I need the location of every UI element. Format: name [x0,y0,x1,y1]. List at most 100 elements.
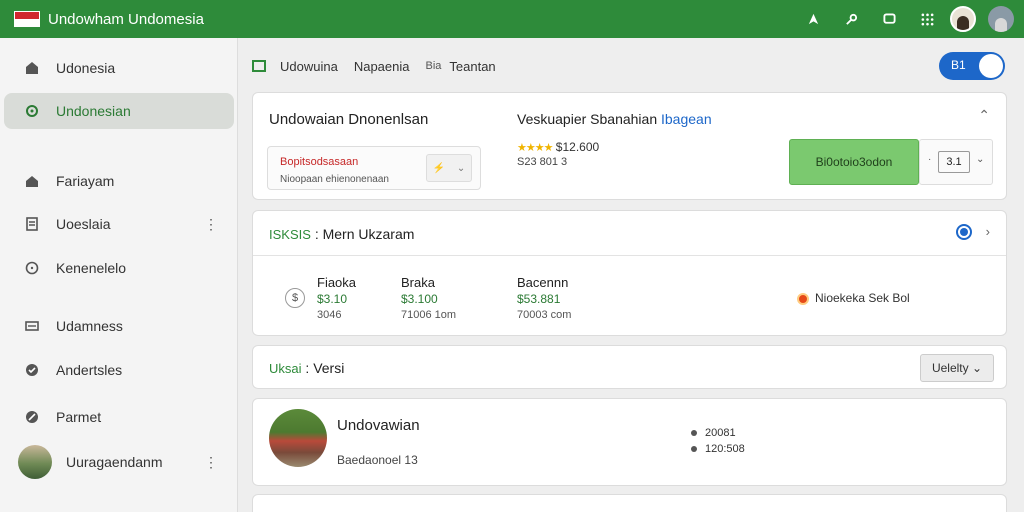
breadcrumb-item[interactable]: Bia [425,60,441,72]
card-title: Undowaian Dnonenlsan [269,111,429,128]
sidebar-item-label: Uoeslaia [56,216,111,232]
alert-text: Nioekeka Sek Bol [815,291,910,305]
sidebar-item-label: Udamness [56,318,123,334]
dropdown-label: Uelelty [931,361,969,375]
alert-icon [797,293,809,305]
separator: : [314,226,323,242]
sidebar-item-label: Fariayam [56,173,115,189]
card-link[interactable]: Ibagean [661,111,712,127]
home-icon [24,60,40,76]
house-icon [24,173,40,189]
card-subtitle: Baedaonoel 13 [337,453,418,467]
sidebar-item-fariayam[interactable]: Fariayam [4,163,234,199]
key-icon[interactable] [838,6,864,32]
rating: ★★★★ $12.600 [517,140,599,154]
card-icon [24,318,40,334]
sidebar-item-andertsles[interactable]: Andertsles [4,352,234,388]
card-subtitle: Veskuapier Sbanahian Ibagean [517,111,712,127]
price-column-label: Bacennn [517,275,569,290]
price-column-sub: 71006 1om [401,309,457,321]
primary-action-button[interactable]: Bi0otoio3odon [789,139,919,185]
toggle-knob [979,54,1003,78]
stat-item: 20081 [691,427,736,439]
divider [253,255,1006,256]
star-rating-icon: ★★★★ [517,142,553,154]
sidebar-item-label: Parmet [56,409,102,425]
select-sublabel: Nioopaan ehienonenaan [280,174,389,185]
select-dropdown-button[interactable]: ⚡ ⌄ [426,154,472,182]
card-tag: Uksai [269,361,302,376]
toggle-label: B1 [951,58,966,72]
price-column-sub: 3046 [317,309,342,321]
sidebar-item-kenenelelo[interactable]: Kenenelelo [4,250,234,286]
avatar [18,445,52,479]
sidebar-item-label: Uuragaendanm [66,454,163,470]
breadcrumb-item[interactable]: Teantan [449,59,495,74]
chevron-down-icon[interactable]: ⌄ [976,154,984,165]
bullet-icon [691,430,697,436]
card-header: ISKSIS : Mern Ukzaram [269,226,414,242]
flag-icon [14,11,40,27]
navigate-icon[interactable] [800,6,826,32]
more-options-icon[interactable]: ⋮ [204,454,218,471]
stat-value: 120:508 [705,443,745,455]
card-title: Versi [313,360,345,376]
quantity-stepper[interactable]: · 3.1 ⌄ [919,139,993,185]
folder-icon [252,60,266,72]
card-header: Uksai : Versi [269,360,344,376]
price-column-label: Braka [401,275,435,290]
sidebar-item-udamness[interactable]: Udamness [4,308,234,344]
settings-icon [24,103,40,119]
sidebar-item-label: Andertsles [56,362,123,378]
currency-icon: $ [285,288,305,308]
sidebar-item-udonesia[interactable]: Udonesia [4,50,234,86]
document-icon [24,216,40,232]
mode-toggle[interactable]: B1 [939,52,1005,80]
stat-item: 120:508 [691,443,745,455]
user-avatar[interactable] [950,6,976,32]
edit-icon [24,409,40,425]
shield-icon [24,362,40,378]
stat-value: 20081 [705,427,736,439]
sidebar-item-uuragaendanm[interactable]: Uuragaendanm ⋮ [4,444,234,480]
pricing-card: ISKSIS : Mern Ukzaram › $ Fiaoka $3.10 3… [252,210,1007,336]
card-title: Undovawian [337,417,420,434]
card-title: Mern Ukzaram [322,226,415,242]
sidebar-item-label: Udonesia [56,60,116,76]
price-column-sub: 70003 com [517,309,572,321]
breadcrumb-item[interactable]: Udowuina [280,59,338,74]
sidebar-item-uoeslaia[interactable]: Uoeslaia ⋮ [4,206,234,242]
card-tag: ISKSIS [269,227,311,242]
profile-card: Undovawian Baedaonoel 13 20081 120:508 [252,398,1007,486]
app-title: Undowham Undomesia [48,10,204,28]
minus-icon[interactable]: · [928,154,931,165]
apps-grid-icon[interactable] [914,6,940,32]
chat-icon[interactable] [876,6,902,32]
select-label: Bopitsodsasaan [280,156,359,168]
secondary-avatar[interactable] [988,6,1014,32]
chevron-up-icon[interactable]: ⌃ [978,107,990,124]
rating-subtext: S23 801 3 [517,156,568,168]
partial-card [252,494,1007,512]
product-card: Undowaian Dnonenlsan Veskuapier Sbanahia… [252,92,1007,200]
chevron-right-icon[interactable]: › [986,224,990,239]
sidebar: Udonesia Undonesian Fariayam Uoeslaia ⋮ … [0,38,238,512]
price-column-price: $3.100 [401,292,438,306]
sidebar-item-parmet[interactable]: Parmet [4,399,234,435]
radio-button[interactable] [956,224,972,240]
bullet-icon [691,446,697,452]
version-dropdown-button[interactable]: Uelelty ⌄ [920,354,994,382]
breadcrumb: Udowuina Napaenia Bia Teantan B1 [252,50,1007,82]
option-select[interactable]: Bopitsodsasaan Nioopaan ehienonenaan ⚡ ⌄ [267,146,481,190]
plug-icon: ⚡ [432,162,446,174]
top-bar: Undowham Undomesia [0,0,1024,38]
breadcrumb-item[interactable]: Napaenia [354,59,410,74]
stepper-value[interactable]: 3.1 [938,151,970,173]
chevron-down-icon: ⌄ [968,361,983,375]
sidebar-item-undonesian[interactable]: Undonesian [4,93,234,129]
more-options-icon[interactable]: ⋮ [204,216,218,233]
profile-photo [269,409,327,467]
price-column-price: $53.881 [517,292,561,306]
sidebar-item-label: Undonesian [56,103,131,119]
sidebar-item-label: Kenenelelo [56,260,127,276]
